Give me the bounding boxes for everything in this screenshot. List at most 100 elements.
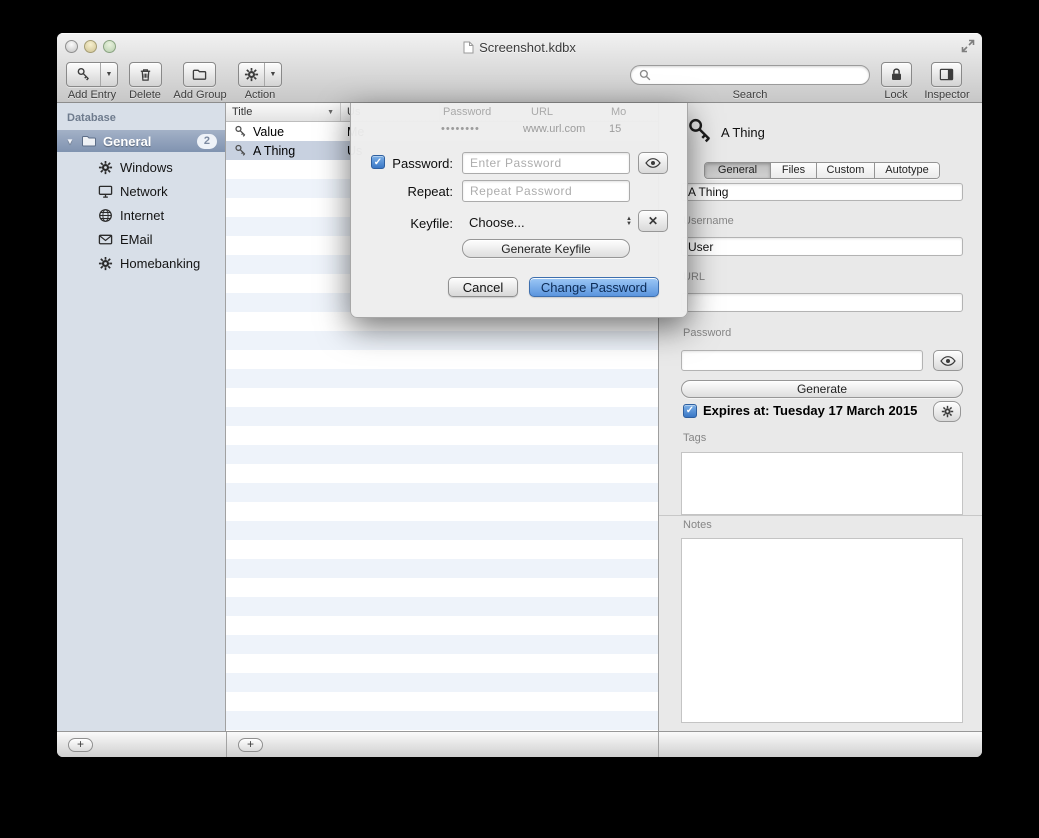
generate-keyfile-button[interactable]: Generate Keyfile — [462, 239, 630, 258]
tab-files[interactable]: Files — [771, 163, 817, 178]
trash-icon — [138, 67, 153, 82]
username-label: Username — [683, 215, 734, 227]
sidebar-group-general[interactable]: ▼ General 2 — [57, 130, 225, 152]
window-title-area: Screenshot.kdbx — [57, 39, 982, 55]
expires-row: ✓ Expires at: Tuesday 17 March 2015 — [683, 403, 917, 418]
search-input[interactable] — [656, 68, 861, 82]
enter-password-field[interactable] — [462, 152, 630, 174]
keyfile-popup[interactable]: Choose... ▲▼ — [462, 211, 634, 233]
sidebar-item-internet[interactable]: Internet — [57, 203, 225, 227]
lock-icon — [889, 67, 904, 82]
inspector-panel: A Thing General Files Custom Autotype Us… — [658, 103, 982, 731]
sidebar-item-homebanking[interactable]: Homebanking — [57, 251, 225, 275]
sidebar-item-network[interactable]: Network — [57, 179, 225, 203]
key-icon — [234, 144, 247, 157]
ghost-column-password: Password — [443, 106, 491, 118]
entry-count-badge: 2 — [197, 134, 217, 149]
search-field[interactable] — [630, 65, 870, 85]
generate-password-button[interactable]: Generate — [681, 380, 963, 398]
lock-label: Lock — [884, 89, 907, 101]
action-label: Action — [245, 89, 276, 101]
notes-input[interactable] — [681, 538, 963, 723]
sidebar-item-label: Homebanking — [120, 256, 200, 271]
fullscreen-icon[interactable] — [961, 39, 975, 53]
divider — [659, 515, 982, 516]
change-password-button[interactable]: Change Password — [529, 277, 659, 297]
key-icon — [67, 63, 100, 86]
gear-icon — [941, 405, 954, 418]
repeat-password-field[interactable] — [462, 180, 630, 202]
divider — [226, 732, 227, 757]
add-entry-button[interactable]: ▼ — [66, 62, 118, 87]
key-icon — [234, 125, 247, 138]
add-entry-label: Add Entry — [68, 89, 116, 101]
lock-button[interactable] — [881, 62, 912, 87]
monitor-icon — [98, 184, 113, 199]
expires-settings-button[interactable] — [933, 401, 961, 422]
inspector-button[interactable] — [931, 62, 962, 87]
tags-input[interactable] — [681, 452, 963, 515]
sidebar-group-label: General — [103, 134, 151, 149]
sidebar: Database ▼ General 2 Windows Network Int… — [57, 103, 226, 731]
inspector-tabs: General Files Custom Autotype — [704, 162, 940, 179]
inspector-panel-icon — [939, 67, 954, 82]
tab-custom[interactable]: Custom — [817, 163, 875, 178]
bottom-bar: + + — [57, 731, 982, 757]
sidebar-item-windows[interactable]: Windows — [57, 155, 225, 179]
add-entry-plus-button[interactable]: + — [238, 738, 263, 752]
column-header-title[interactable]: Title ▼ — [226, 103, 341, 121]
ghost-column-url: URL — [531, 106, 553, 118]
keyfile-value: Choose... — [462, 215, 525, 230]
url-field[interactable] — [681, 293, 963, 312]
delete-button[interactable] — [129, 62, 162, 87]
add-group-button[interactable] — [183, 62, 216, 87]
change-password-dialog: Password URL Mo •••••••• www.url.com 15 … — [350, 103, 688, 318]
ghost-column-modified: Mo — [611, 106, 626, 118]
url-input[interactable] — [682, 294, 962, 311]
cancel-button[interactable]: Cancel — [448, 277, 518, 297]
password-field[interactable] — [681, 350, 923, 371]
title-field[interactable] — [681, 183, 963, 201]
title-input[interactable] — [682, 184, 962, 200]
username-field[interactable] — [681, 237, 963, 256]
folder-icon — [192, 67, 207, 82]
notes-label: Notes — [683, 519, 712, 531]
divider — [658, 732, 659, 757]
clear-keyfile-button[interactable]: ✕ — [638, 210, 668, 232]
action-button[interactable]: ▼ — [238, 62, 282, 87]
ghost-url: www.url.com — [523, 123, 585, 135]
gear-icon — [239, 63, 264, 86]
entry-title: A Thing — [253, 144, 295, 158]
show-password-button[interactable] — [638, 152, 668, 174]
close-icon: ✕ — [648, 214, 658, 228]
disclosure-triangle-icon[interactable]: ▼ — [66, 137, 74, 146]
show-password-button[interactable] — [933, 350, 963, 371]
gear-icon — [98, 160, 113, 175]
chevron-down-icon: ▼ — [264, 63, 281, 86]
folder-icon — [81, 133, 97, 149]
key-icon — [686, 117, 714, 145]
check-icon: ✓ — [686, 405, 694, 416]
sidebar-item-label: Windows — [120, 160, 173, 175]
search-label: Search — [733, 89, 768, 101]
app-window: Screenshot.kdbx ▼ Add Entry Delete — [57, 33, 982, 757]
ghost-password-dots: •••••••• — [441, 123, 480, 135]
add-group-plus-button[interactable]: + — [68, 738, 93, 752]
sidebar-item-label: Internet — [120, 208, 164, 223]
tab-general[interactable]: General — [705, 163, 771, 178]
eye-icon — [940, 356, 956, 366]
globe-icon — [98, 208, 113, 223]
tab-autotype[interactable]: Autotype — [875, 163, 939, 178]
repeat-password-input[interactable] — [463, 181, 629, 201]
username-input[interactable] — [682, 238, 962, 255]
sidebar-item-label: EMail — [120, 232, 153, 247]
eye-icon — [645, 158, 661, 168]
expires-checkbox[interactable]: ✓ — [683, 404, 697, 418]
sidebar-item-label: Network — [120, 184, 168, 199]
tags-label: Tags — [683, 432, 706, 444]
enter-password-input[interactable] — [463, 153, 629, 173]
search-icon — [639, 69, 651, 81]
password-input[interactable] — [682, 351, 922, 370]
sidebar-item-email[interactable]: EMail — [57, 227, 225, 251]
sort-indicator-icon: ▼ — [327, 109, 334, 116]
